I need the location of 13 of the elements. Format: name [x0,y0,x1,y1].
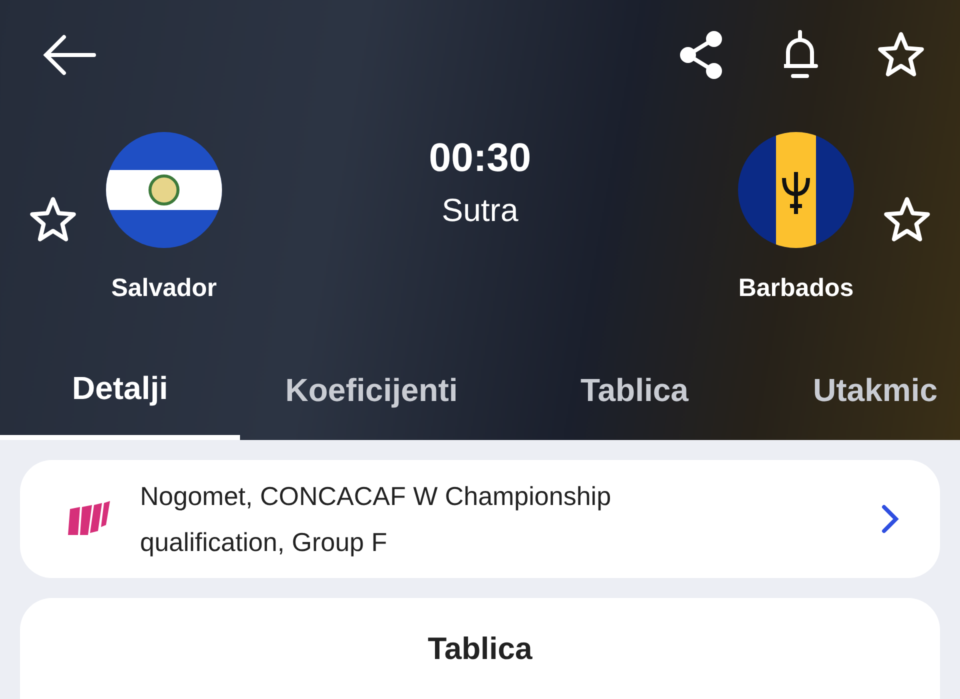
competition-name: Nogomet, CONCACAF W Championship qualification, Group F [140,480,612,559]
chevron-right-icon [880,503,900,535]
tab[interactable]: Tablica [503,340,766,440]
tab[interactable]: Detalji [0,340,240,440]
tab[interactable]: Koeficijenti [240,340,503,440]
tab[interactable]: Utakmic [766,340,960,440]
league-logo-icon [68,501,110,537]
match-day: Sutra [442,186,518,234]
team-name: Barbados [738,273,854,304]
standings-title: Tablica [428,631,532,666]
team-name: Salvador [111,273,217,304]
match-time: 00:30 [428,138,532,178]
competition-card[interactable]: Nogomet, CONCACAF W Championship qualification, Group F [20,460,940,578]
